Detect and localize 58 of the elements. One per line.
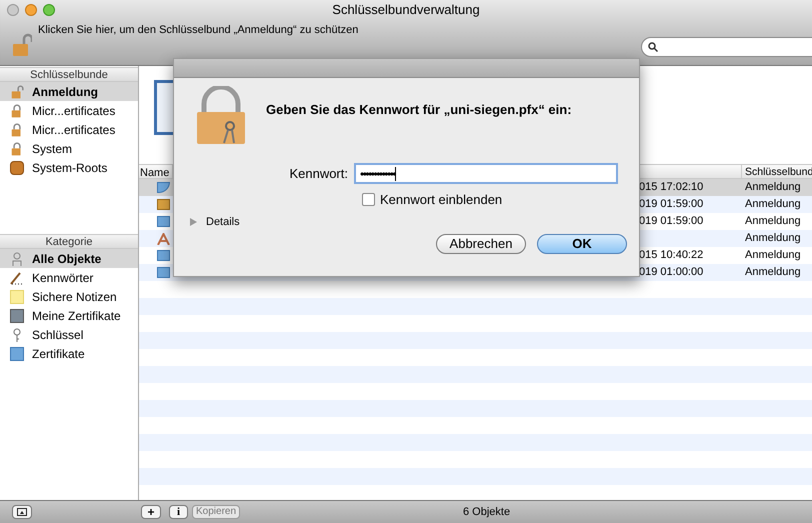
table-cell-text: 019 01:00:00 [639, 265, 704, 280]
lock-message[interactable]: Klicken Sie hier, um den Schlüsselbund „Anmeldung“ zu schützen [38, 22, 358, 38]
table-cell-text: Anmeldung [744, 265, 801, 280]
application-icon [157, 232, 170, 244]
screen-icon [17, 508, 27, 516]
minimize-icon[interactable] [25, 4, 37, 16]
cabinet-icon [10, 160, 24, 174]
search-field[interactable] [641, 37, 812, 57]
note-icon [10, 290, 24, 304]
dialog-button[interactable]: OK [537, 234, 627, 254]
table-cell-text: 019 01:59:00 [639, 197, 704, 212]
open-padlock-icon [12, 32, 32, 58]
certificate-plus-icon [157, 182, 170, 193]
dialog-title: Geben Sie das Kennwort für „uni-siegen.pfx“ ein: [266, 101, 572, 119]
certificate-icon [157, 199, 170, 210]
sidebar-item[interactable]: Zertifikate [0, 344, 138, 363]
sidebar-toggle-button[interactable] [12, 505, 32, 519]
section-header: Schlüsselbunde [0, 67, 138, 82]
padlock-keys-icon [194, 86, 248, 144]
checkbox-label: Kennwort einblenden [380, 191, 502, 209]
sidebar-item[interactable]: Micr...ertificates [0, 101, 138, 120]
sidebar-item[interactable]: Anmeldung [0, 82, 138, 101]
sidebar-item[interactable]: System-Roots [0, 158, 138, 177]
sidebar-item[interactable]: Sichere Notizen [0, 287, 138, 306]
certificate-icon [10, 308, 24, 322]
open-padlock-icon [10, 84, 24, 98]
table-cell-text: Anmeldung [744, 214, 801, 230]
sidebar-item[interactable]: Schlüssel [0, 325, 138, 344]
close-icon[interactable] [7, 4, 19, 16]
search-icon [648, 42, 658, 52]
certificate-icon [157, 250, 170, 261]
checkbox[interactable] [362, 193, 375, 206]
table-cell-text: Anmeldung [744, 231, 801, 246]
disclosure-triangle-icon[interactable] [190, 218, 197, 226]
sidebar-item[interactable]: Micr...ertificates [0, 120, 138, 139]
sidebar-item[interactable]: System [0, 139, 138, 158]
table-cell-text: Anmeldung [744, 248, 801, 264]
add-button[interactable]: + [141, 505, 161, 519]
table-cell-text: Anmeldung [744, 197, 801, 212]
section-header: Kategorie [0, 234, 138, 249]
details-label[interactable]: Details [206, 214, 240, 230]
sidebar-item[interactable]: Meine Zertifikate [0, 306, 138, 325]
certificate-icon [157, 267, 170, 278]
zoom-icon[interactable] [43, 4, 55, 16]
table-cell-text: 019 01:59:00 [639, 214, 704, 230]
certificate-icon [10, 346, 24, 360]
window-title: Schlüsselbundverwaltung [331, 1, 481, 20]
sidebar-item[interactable]: Kennwörter [0, 268, 138, 287]
password-field[interactable]: ••••••••••••• [354, 163, 618, 184]
certificate-icon [157, 216, 170, 227]
object-count: 6 Objekte [463, 504, 510, 520]
password-label: Kennwort: [288, 164, 349, 183]
pen-icon [10, 270, 24, 284]
info-button[interactable]: i [169, 505, 188, 519]
table-cell-text: Anmeldung [744, 180, 801, 196]
person-icon [10, 252, 24, 266]
dialog-button[interactable]: Abbrechen [436, 234, 526, 254]
sidebar-item[interactable]: Alle Objekte [0, 249, 138, 268]
